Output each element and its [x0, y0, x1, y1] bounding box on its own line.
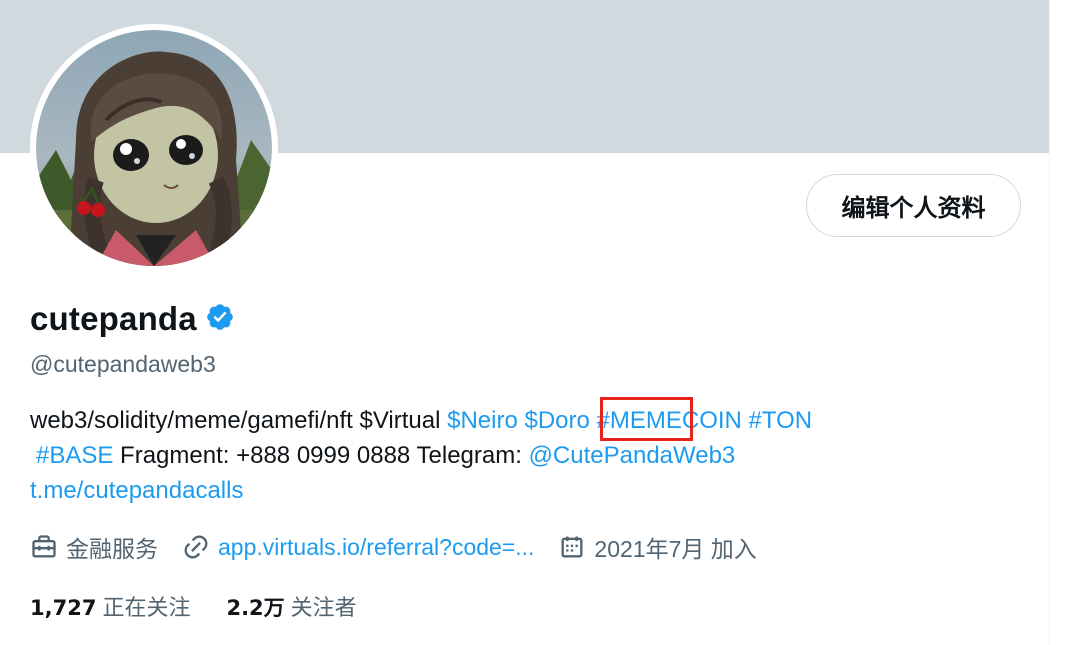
verified-badge-icon[interactable]: [205, 302, 235, 337]
calendar-icon: [558, 533, 586, 561]
bio-text: Fragment: +888 0999 0888 Telegram:: [113, 442, 529, 469]
followers-stat[interactable]: 2.2万 关注者: [226, 590, 356, 622]
telegram-mention-link[interactable]: @CutePandaWeb3: [529, 442, 736, 469]
link-icon: [182, 533, 210, 561]
website-link[interactable]: app.virtuals.io/referral?code=...: [218, 534, 534, 561]
edit-profile-button[interactable]: 编辑个人资料: [806, 174, 1021, 237]
followers-count: 2.2万: [226, 596, 285, 620]
profile-page: 编辑个人资料 cutepanda @cutepandaweb3 web3/sol…: [0, 0, 1065, 645]
hashtag-base-link[interactable]: #BASE: [36, 442, 113, 469]
bio-line-2: #BASE Fragment: +888 0999 0888 Telegram:…: [30, 438, 990, 473]
bio-space: [590, 407, 597, 434]
user-handle: @cutepandaweb3: [30, 351, 216, 377]
profile-stats: 1,727 正在关注 2.2万 关注者: [30, 590, 357, 622]
briefcase-icon: [30, 533, 58, 561]
cashtag-neiro-link[interactable]: $Neiro: [447, 407, 518, 434]
category-item: 金融服务: [30, 530, 158, 564]
joined-item: 2021年7月 加入: [558, 530, 757, 564]
following-count: 1,727: [30, 596, 97, 620]
display-name: cutepanda: [30, 300, 197, 337]
bio-text: web3/solidity/meme/gamefi/nft $Virtual: [30, 407, 448, 434]
display-name-row: cutepanda: [30, 300, 235, 338]
bio-space: [742, 407, 749, 434]
profile-meta: 金融服务 app.virtuals.io/referral?code=... 2…: [30, 530, 757, 564]
website-item: app.virtuals.io/referral?code=...: [182, 533, 534, 561]
bio-line-3: t.me/cutepandacalls: [30, 473, 990, 508]
hashtag-memecoin-link[interactable]: #MEMECOIN: [597, 407, 742, 434]
avatar-image: [36, 30, 272, 266]
profile-bio: web3/solidity/meme/gamefi/nft $Virtual $…: [30, 403, 990, 508]
following-stat[interactable]: 1,727 正在关注: [30, 590, 190, 622]
category-label: 金融服务: [66, 536, 158, 562]
following-label: 正在关注: [102, 595, 191, 620]
avatar[interactable]: [30, 24, 278, 272]
telegram-channel-link[interactable]: t.me/cutepandacalls: [30, 477, 243, 504]
hashtag-ton-link[interactable]: #TON: [749, 407, 813, 434]
followers-label: 关注者: [290, 595, 357, 620]
column-divider: [1049, 0, 1050, 645]
joined-date: 2021年7月 加入: [594, 536, 757, 562]
bio-line-1: web3/solidity/meme/gamefi/nft $Virtual $…: [30, 403, 990, 438]
cashtag-doro-link[interactable]: $Doro: [524, 407, 589, 434]
